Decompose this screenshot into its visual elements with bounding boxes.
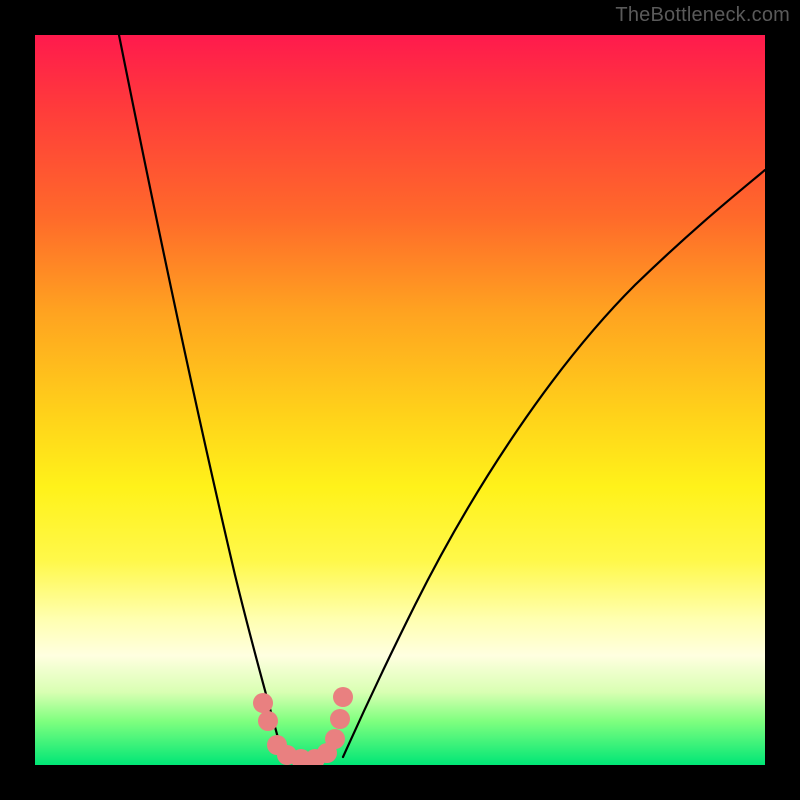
chart-frame: TheBottleneck.com xyxy=(0,0,800,800)
marker-dot xyxy=(333,687,353,707)
bottleneck-curve-left xyxy=(119,35,283,757)
bottleneck-curve-right xyxy=(343,170,765,757)
marker-dot xyxy=(253,693,273,713)
optimal-marker-group xyxy=(253,687,353,765)
marker-dot xyxy=(330,709,350,729)
marker-dot xyxy=(325,729,345,749)
chart-overlay-svg xyxy=(35,35,765,765)
watermark-text: TheBottleneck.com xyxy=(615,4,790,27)
marker-dot xyxy=(258,711,278,731)
plot-area xyxy=(35,35,765,765)
